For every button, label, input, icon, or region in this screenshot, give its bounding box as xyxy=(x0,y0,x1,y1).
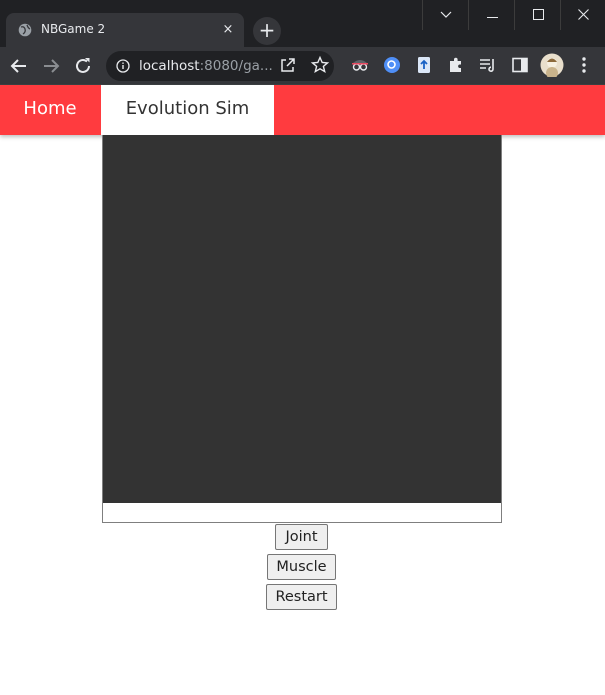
spy-extension-icon[interactable] xyxy=(350,55,370,75)
nav-item-home[interactable]: Home xyxy=(0,85,100,135)
joint-button[interactable]: Joint xyxy=(275,524,328,550)
new-tab-button[interactable]: + xyxy=(253,17,281,45)
reload-icon[interactable] xyxy=(72,55,94,77)
url-host: localhost xyxy=(139,58,200,74)
url-text: localhost:8080/ga... xyxy=(139,58,273,74)
forward-arrow-icon[interactable] xyxy=(40,55,62,77)
nav-item-evolution-sim[interactable]: Evolution Sim xyxy=(101,85,274,135)
game-canvas[interactable] xyxy=(103,135,501,503)
tab-search-icon[interactable] xyxy=(423,0,469,30)
puzzle-extensions-icon[interactable] xyxy=(446,55,466,75)
share-icon[interactable] xyxy=(278,55,298,75)
profile-avatar[interactable] xyxy=(540,53,564,77)
more-menu-icon[interactable] xyxy=(574,55,594,75)
globe-icon xyxy=(18,23,32,37)
media-queue-icon[interactable] xyxy=(478,55,498,75)
browser-tabstrip: NBGame 2 × + xyxy=(0,0,605,47)
browser-tab[interactable]: NBGame 2 × xyxy=(6,13,244,47)
side-panel-icon[interactable] xyxy=(510,55,530,75)
site-navbar: Home Evolution Sim xyxy=(0,85,605,135)
restart-button[interactable]: Restart xyxy=(266,584,337,610)
info-icon[interactable] xyxy=(116,59,130,73)
minimize-button[interactable] xyxy=(469,0,515,30)
browser-toolbar: localhost:8080/ga... xyxy=(0,47,605,84)
upload-extension-icon[interactable] xyxy=(414,55,434,75)
bookmark-star-icon[interactable] xyxy=(310,55,330,75)
address-bar[interactable]: localhost:8080/ga... xyxy=(106,51,334,81)
close-window-button[interactable] xyxy=(561,0,605,30)
url-path: :8080/ga... xyxy=(199,58,273,74)
muscle-button[interactable]: Muscle xyxy=(267,554,336,580)
search-extension-icon[interactable] xyxy=(382,55,402,75)
back-arrow-icon[interactable] xyxy=(8,55,30,77)
maximize-button[interactable] xyxy=(515,0,561,30)
close-tab-icon[interactable]: × xyxy=(220,22,236,38)
game-container xyxy=(102,135,502,523)
tab-title: NBGame 2 xyxy=(41,22,106,36)
